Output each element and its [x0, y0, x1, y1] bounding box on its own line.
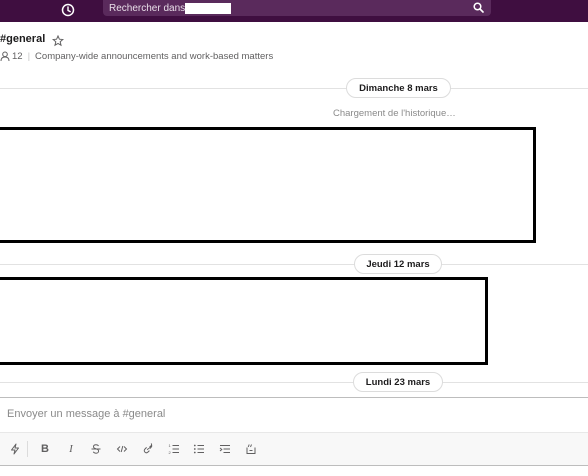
day-divider-line: [0, 88, 588, 89]
channel-title[interactable]: #general: [0, 33, 45, 45]
svg-text:1: 1: [169, 443, 172, 448]
channel-topic: Company-wide announcements and work-base…: [35, 50, 274, 62]
redacted-message-block: [0, 277, 488, 365]
history-icon[interactable]: [59, 1, 77, 19]
toolbar-separator: [27, 441, 28, 457]
loading-history-text: Chargement de l'historique…: [333, 108, 456, 119]
date-divider-pill[interactable]: Lundi 23 mars: [353, 372, 443, 392]
svg-text:2: 2: [169, 450, 172, 455]
shortcuts-lightning-icon[interactable]: [7, 441, 23, 457]
formatting-toolbar: B I 12: [0, 432, 588, 465]
bold-icon[interactable]: B: [37, 441, 53, 457]
search-icon[interactable]: [472, 1, 485, 14]
code-block-icon[interactable]: [243, 441, 259, 457]
numbered-list-icon[interactable]: 12: [166, 441, 182, 457]
message-composer[interactable]: Envoyer un message à #general B I 12: [0, 397, 588, 466]
day-divider-line: [0, 264, 588, 265]
search-placeholder: Rechercher dans: [109, 2, 186, 14]
meta-separator: |: [27, 50, 31, 62]
redacted-workspace-name: [185, 2, 232, 14]
message-input[interactable]: Envoyer un message à #general: [7, 408, 165, 420]
channel-meta: 12 | Company-wide announcements and work…: [0, 50, 273, 62]
code-icon[interactable]: [114, 441, 130, 457]
strikethrough-icon[interactable]: [88, 441, 104, 457]
italic-icon[interactable]: I: [63, 441, 79, 457]
redacted-message-block: [0, 127, 536, 243]
link-icon[interactable]: [140, 441, 156, 457]
search-bar[interactable]: Rechercher dans: [103, 0, 491, 16]
indent-list-icon[interactable]: [217, 441, 233, 457]
date-divider-pill[interactable]: Dimanche 8 mars: [346, 78, 451, 98]
bulleted-list-icon[interactable]: [191, 441, 207, 457]
top-bar: Rechercher dans: [0, 0, 588, 22]
members-icon[interactable]: [0, 51, 10, 62]
member-count[interactable]: 12: [12, 51, 23, 62]
day-divider-line: [0, 382, 588, 383]
date-divider-pill[interactable]: Jeudi 12 mars: [354, 254, 442, 274]
